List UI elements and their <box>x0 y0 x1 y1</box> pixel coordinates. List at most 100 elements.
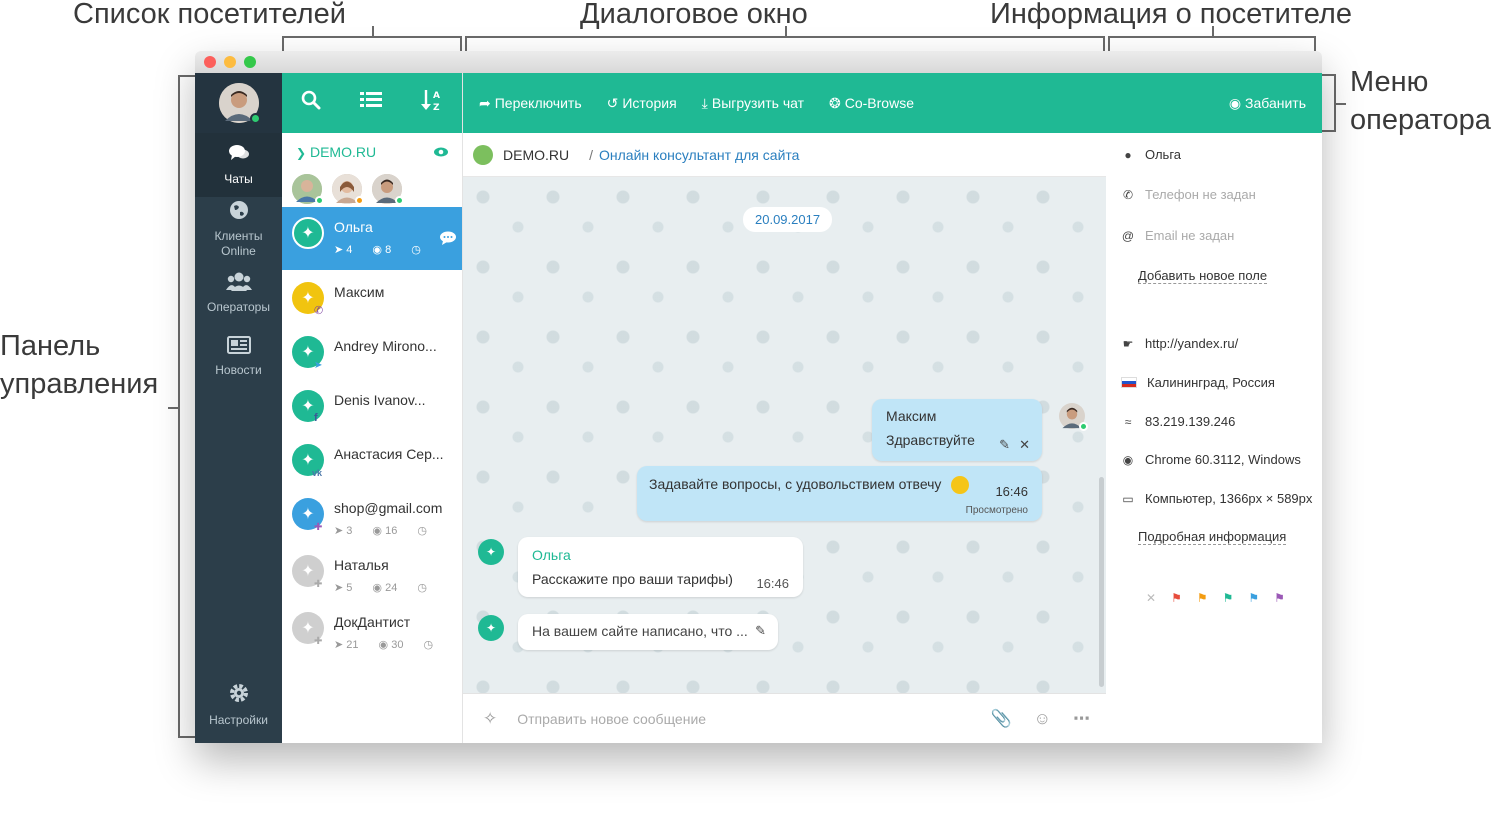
visitor-item[interactable]: ✦ ➤ Andrey Mirono... <box>282 324 462 378</box>
eye-icon[interactable] <box>434 144 448 160</box>
emoji-icon[interactable]: ☺ <box>1034 709 1051 729</box>
app-window: Чаты Клиенты Online Операторы Новости На… <box>195 51 1322 743</box>
ban-label: Забанить <box>1245 95 1306 111</box>
close-window-icon[interactable] <box>204 56 216 68</box>
export-chat-button[interactable]: ⤓ Выгрузить чат <box>702 95 804 112</box>
chat-header: DEMO.RU / Онлайн консультант для сайта <box>463 133 1106 177</box>
ban-button[interactable]: ◉ Забанить <box>1229 95 1306 112</box>
cobrowse-button[interactable]: ❂ Co-Browse <box>829 95 914 112</box>
visitor-item[interactable]: ✦ Ольга ➤ 4 ◉ 8 ◷ <box>282 207 462 270</box>
search-icon[interactable] <box>301 90 321 116</box>
magic-wand-icon[interactable]: ✧ <box>483 709 497 729</box>
history-button[interactable]: ↺ История <box>607 95 677 112</box>
visits-stat: ➤ 4 <box>334 243 352 256</box>
green-flag-icon[interactable]: ⚑ <box>1223 591 1234 605</box>
vk-channel-icon: vk <box>312 468 323 478</box>
operator-message: Максим Здравствуйте ✎ ✕ <box>872 399 1042 461</box>
nav-item-news[interactable]: Новости <box>195 325 282 389</box>
message-text: Расскажите про ваши тарифы) <box>532 571 733 587</box>
annotation-control-panel: Панель управления <box>0 328 158 403</box>
list-view-icon[interactable] <box>359 91 382 115</box>
eye-icon: ◉ <box>372 525 383 537</box>
gear-icon <box>228 682 250 709</box>
visitor-name-value[interactable]: Ольга <box>1145 147 1181 162</box>
nav-item-online-clients[interactable]: Клиенты Online <box>195 197 282 261</box>
breadcrumb-separator: / <box>589 146 594 163</box>
visitor-url-value[interactable]: http://yandex.ru/ <box>1145 336 1238 351</box>
visitor-name: Andrey Mirono... <box>334 338 437 354</box>
nav-label-news: Новости <box>215 363 262 377</box>
site-group-header[interactable]: ❯ DEMO.RU <box>282 133 462 171</box>
paperclip-icon[interactable]: 📎 <box>990 709 1011 729</box>
visits-count: 21 <box>346 639 359 651</box>
views-count: 24 <box>385 582 398 594</box>
minimize-window-icon[interactable] <box>224 56 236 68</box>
operator-message-avatar <box>1059 403 1088 431</box>
message-text: Задавайте вопросы, с удовольствием отвеч… <box>649 476 942 492</box>
nav-item-chats[interactable]: Чаты <box>195 133 282 197</box>
visitor-item[interactable]: ✦ f Denis Ivanov... <box>282 378 462 432</box>
site-operator-avatar[interactable] <box>292 174 324 205</box>
clock-icon: ◷ <box>411 244 421 256</box>
chat-messages[interactable]: 20.09.2017 Максим Здравствуйте ✎ ✕ Задав… <box>463 177 1106 693</box>
message-input[interactable]: Отправить новое сообщение <box>517 711 706 727</box>
visitor-location-value: Калининград, Россия <box>1147 375 1275 390</box>
views-stat: ◉ 24 <box>372 581 397 594</box>
visitor-item[interactable]: ✦ ✆ Максим <box>282 270 462 324</box>
visitor-item[interactable]: ✦ ✚ Наталья ➤ 5 ◉ 24 ◷ <box>282 543 462 600</box>
annotation-control-panel-line2: управления <box>0 367 159 400</box>
delete-icon[interactable]: ✕ <box>1019 437 1030 453</box>
annotation-dialog-window: Диалоговое окно <box>580 0 808 30</box>
widget-channel-icon: ✚ <box>314 636 323 647</box>
views-count: 8 <box>385 244 392 256</box>
visitor-name: ДокДантист <box>334 614 411 630</box>
maximize-window-icon[interactable] <box>244 56 256 68</box>
newspaper-icon <box>226 336 251 359</box>
history-icon: ↺ <box>606 94 619 111</box>
svg-text:A: A <box>433 91 440 101</box>
annotation-control-panel-line1: Панель <box>0 330 101 362</box>
site-favicon <box>473 144 493 165</box>
visitor-item[interactable]: ✦ ✚ shop@gmail.com ➤ 3 ◉ 16 ◷ <box>282 486 462 543</box>
at-icon: @ <box>1121 228 1135 243</box>
switch-button[interactable]: ➦ Переключить <box>479 95 582 112</box>
details-link[interactable]: Подробная информация <box>1138 529 1287 545</box>
message-time: 16:46 <box>756 576 789 591</box>
chat-site-description[interactable]: Онлайн консультант для сайта <box>599 147 799 163</box>
visitor-message: Ольга Расскажите про ваши тарифы) 16:46 <box>518 537 803 597</box>
operator-avatar[interactable] <box>218 83 261 124</box>
visitor-browser-row: ◉ Chrome 60.3112, Windows <box>1121 452 1301 467</box>
clock-icon: ◷ <box>423 639 434 651</box>
nav-item-operators[interactable]: Операторы <box>195 261 282 325</box>
users-icon <box>225 271 252 296</box>
more-icon[interactable]: ⋯ <box>1073 709 1090 729</box>
clear-flag-icon[interactable]: ✕ <box>1146 591 1156 605</box>
visitor-item[interactable]: ✦ ✚ ДокДантист ➤ 21 ◉ 30 ◷ <box>282 600 462 657</box>
visits-stat: ➤ 5 <box>334 581 352 594</box>
switch-label: Переключить <box>494 95 582 111</box>
orange-flag-icon[interactable]: ⚑ <box>1197 591 1208 605</box>
message-time: 16:46 <box>995 484 1028 499</box>
blue-flag-icon[interactable]: ⚑ <box>1248 591 1259 605</box>
red-flag-icon[interactable]: ⚑ <box>1171 591 1182 605</box>
add-field-link[interactable]: Добавить новое поле <box>1138 268 1268 284</box>
site-operator-avatar[interactable] <box>372 174 404 205</box>
site-operator-avatar[interactable] <box>332 174 364 205</box>
operator-avatar-area <box>195 73 282 133</box>
annotation-visitor-list: Список посетителей <box>73 0 346 30</box>
visitor-item[interactable]: ✦ vk Анастасия Сер... <box>282 432 462 486</box>
nav-item-settings[interactable]: Настройки <box>195 673 282 737</box>
chat-scrollbar[interactable] <box>1099 477 1104 687</box>
sign-in-icon: ➤ <box>334 525 344 537</box>
purple-flag-icon[interactable]: ⚑ <box>1274 591 1285 605</box>
visitor-email-value[interactable]: Email не задан <box>1145 228 1234 243</box>
visitor-name: shop@gmail.com <box>334 500 443 516</box>
sort-alpha-icon[interactable]: AZ <box>420 88 443 118</box>
edit-icon[interactable]: ✎ <box>999 437 1010 453</box>
nav-label-settings: Настройки <box>209 713 268 727</box>
visitor-stats: ➤ 21 ◉ 30 ◷ <box>334 638 462 651</box>
phone-icon: ✆ <box>1122 187 1134 202</box>
nav-label-operators: Операторы <box>207 300 270 314</box>
visitor-list: AZ ❯ DEMO.RU ✦ Ольга ➤ 4 ◉ 8 ◷ ✦ ✆ Макси… <box>282 73 463 743</box>
visitor-phone-value[interactable]: Телефон не задан <box>1145 187 1256 202</box>
